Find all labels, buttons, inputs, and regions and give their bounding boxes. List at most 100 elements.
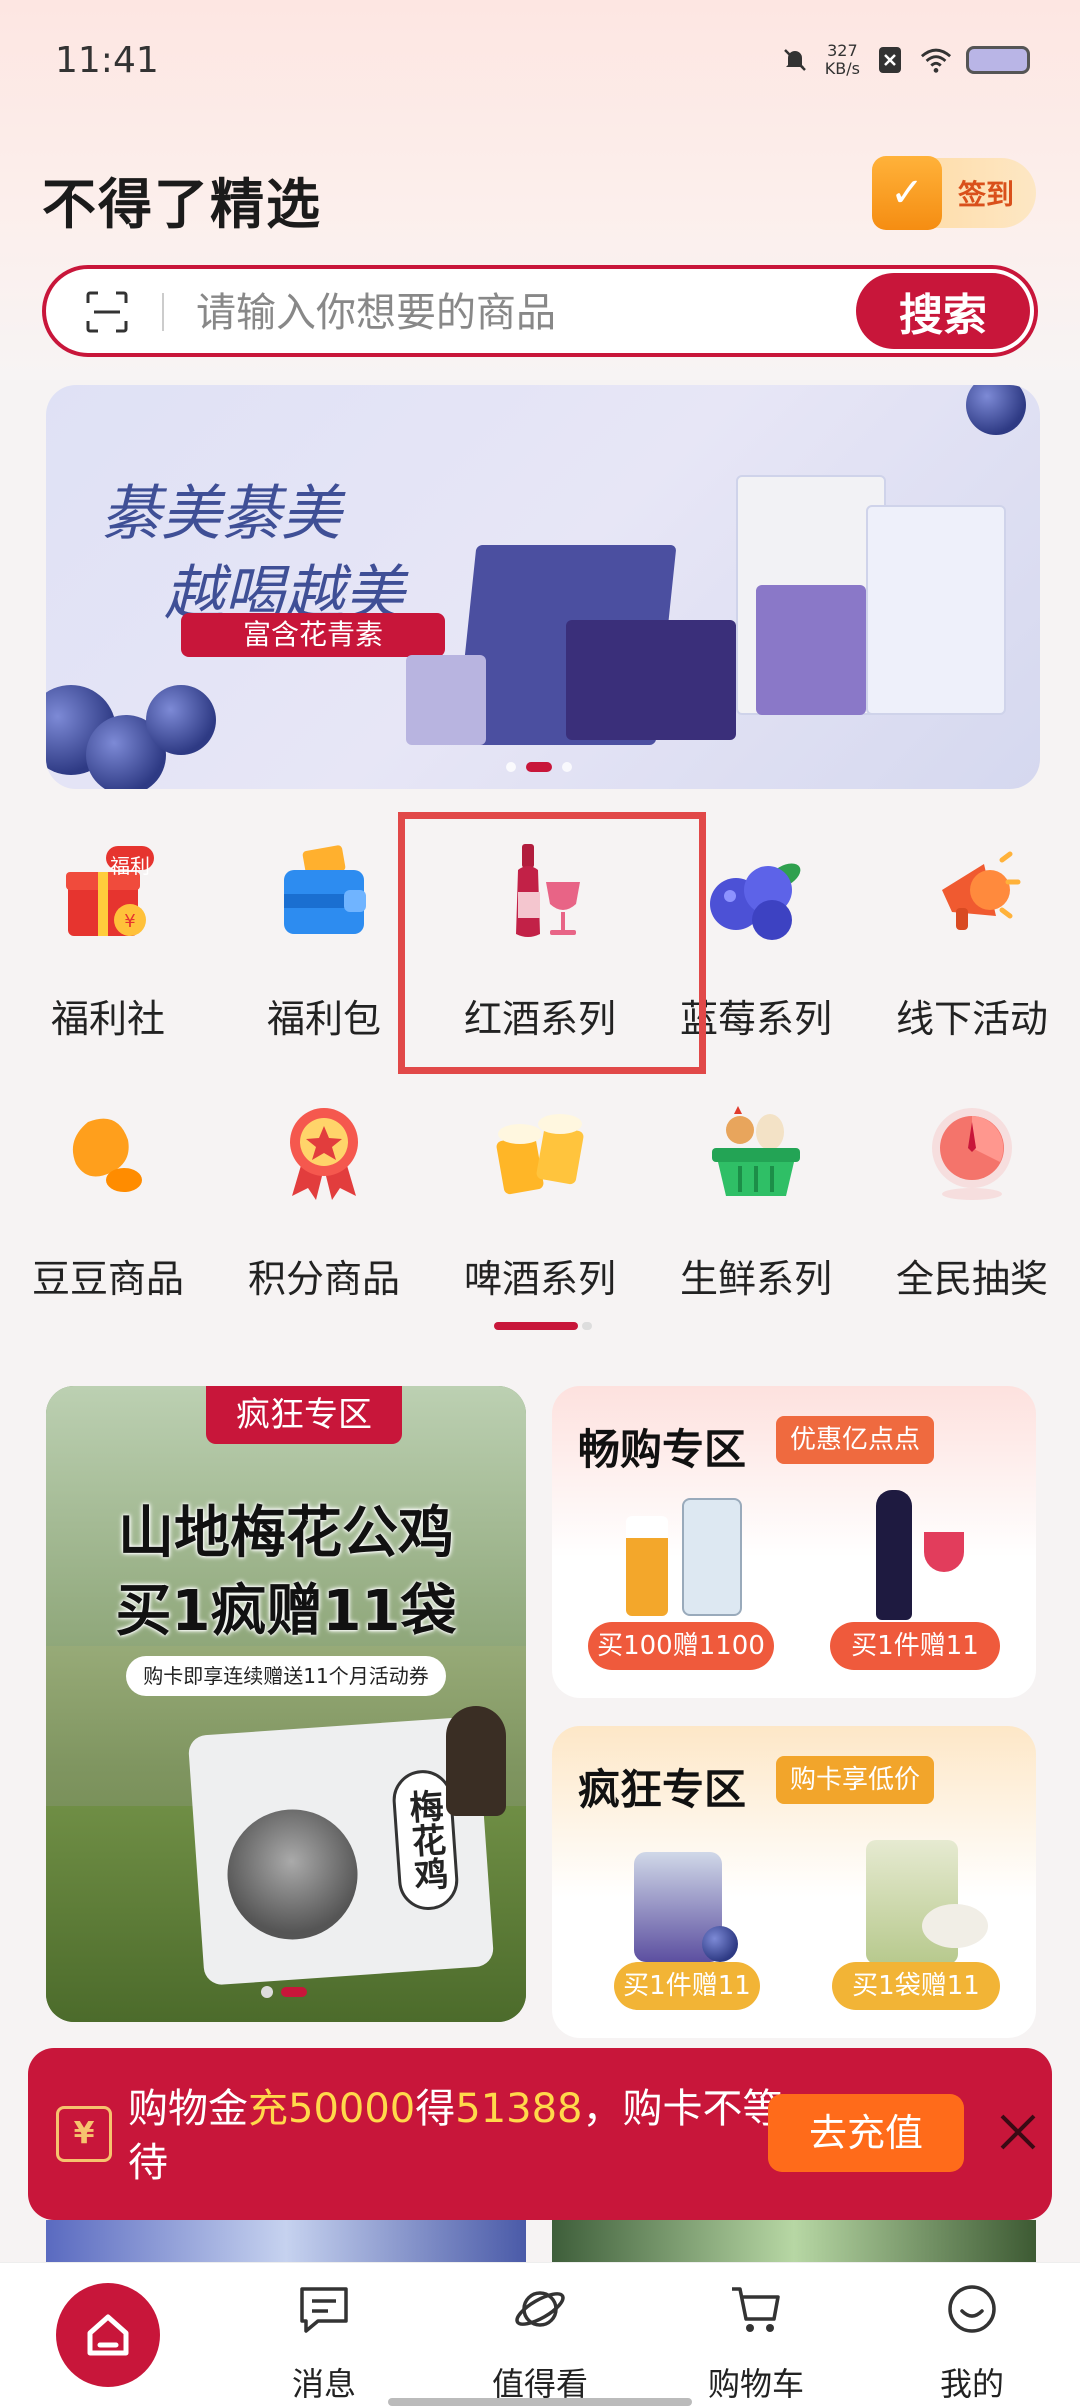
promo-left-tag: 疯狂专区 [206,1386,402,1444]
highlight-annotation [398,812,706,1074]
close-icon[interactable] [990,2104,1046,2160]
tab-messages[interactable]: 消息 [216,2263,432,2408]
home-icon [56,2283,160,2387]
signin-label: 签到 [957,178,1014,211]
calendar-check-icon: ✓ [872,156,942,230]
category-label: 积分商品 [247,1257,400,1301]
lottery-wheel-icon [932,1108,1012,1200]
recharge-message: 购物金充50000得51388，购卡不等待 [128,2082,788,2190]
wine-bottle-image [876,1490,912,1620]
category-label: 线下活动 [895,997,1048,1041]
offer-pill: 买1袋赠11 [832,1962,1000,2010]
promo-crazy-zone-lowprice[interactable]: 疯狂专区 购卡享低价 买1件赠11 买1袋赠11 [552,1726,1036,2038]
promo-left-headline-2: 买1疯赠11袋 [115,1579,457,1644]
tab-profile[interactable]: 我的 [864,2263,1080,2408]
category-label: 生鲜系列 [679,1257,832,1301]
rooster-image [223,1805,362,1944]
category-fulishe[interactable]: ¥ 福利 福利社 [0,830,216,1041]
category-label: 豆豆商品 [31,1257,184,1301]
scan-icon[interactable] [86,291,128,333]
promo-card-badge: 优惠亿点点 [776,1416,935,1464]
bean-icon [72,1118,142,1192]
recharge-text-c: 得 [415,2086,456,2132]
bottom-tab-bar: 消息 值得看 购物车 我的 [0,2262,1080,2408]
beer-can-image [682,1498,742,1616]
wine-glass-image [924,1532,964,1572]
product-box-image [566,620,736,740]
page-title: 不得了精选 [42,173,322,236]
tab-label: 我的 [939,2365,1004,2403]
hero-banner[interactable]: 綦美綦美 越喝越美 富含花青素 [46,385,1040,789]
net-speed: 327 KB/s [825,42,860,78]
pagination-dot [261,1986,273,1998]
offer-pill: 买1件赠11 [830,1622,1000,1670]
category-lottery[interactable]: 全民抽奖 [864,1090,1080,1301]
category-offline-events[interactable]: 线下活动 [864,830,1080,1041]
product-box-image [866,505,1006,715]
rice-bowl-image [922,1904,988,1948]
tab-worth-seeing[interactable]: 值得看 [432,2263,648,2408]
tab-home[interactable] [0,2263,216,2408]
banner-headline-1: 綦美綦美 [101,479,341,549]
search-divider [162,293,164,331]
category-page-indicator-track [582,1322,592,1330]
banner-dot [562,762,572,772]
promo-left-headline-1: 山地梅花公鸡 [118,1501,454,1566]
wifi-icon [920,44,952,76]
status-bar: 11:41 327 KB/s [0,0,1080,120]
bell-muted-icon [779,44,811,76]
wallet-icon [284,845,366,934]
net-speed-value: 327 [827,41,858,60]
beer-mugs-icon [496,1114,584,1195]
recharge-bonus: 51388 [455,2086,583,2132]
promo-smooth-buy-zone[interactable]: 畅购专区 优惠亿点点 买100赠1100 买1件赠11 [552,1386,1036,1698]
coupon-yen-icon: ¥ [56,2106,112,2162]
category-fresh[interactable]: 生鲜系列 [648,1090,864,1301]
category-beer[interactable]: 啤酒系列 [432,1090,648,1301]
blueberry-icon [710,863,801,940]
offer-pill: 买1件赠11 [614,1962,760,2010]
search-input[interactable] [196,283,716,343]
rooster-silhouette [446,1706,506,1816]
gesture-bar [388,2398,692,2406]
message-icon [300,2287,348,2333]
status-icons: 327 KB/s [779,42,1030,78]
search-button[interactable]: 搜索 [856,273,1030,349]
tab-cart[interactable]: 购物车 [648,2263,864,2408]
banner-pagination [506,762,572,772]
blueberry-decoration [966,385,1026,435]
promo-card-title: 疯狂专区 [578,1765,747,1814]
cart-icon [732,2287,780,2332]
smile-face-icon [948,2285,996,2333]
signin-button[interactable]: ✓ 签到 [872,156,1036,230]
medal-icon [290,1108,358,1200]
status-time: 11:41 [55,40,159,81]
svg-text:¥: ¥ [124,911,135,932]
product-bottles-image [406,655,486,745]
beer-glass-image [626,1516,668,1616]
recharge-button[interactable]: 去充值 [768,2094,964,2172]
blueberry-decoration [146,685,216,755]
fresh-basket-icon [712,1106,800,1196]
pagination-dot-active [281,1987,307,1997]
planet-icon [515,2291,565,2327]
recharge-banner: ¥ 购物金充50000得51388，购卡不等待 去充值 [28,2048,1052,2220]
recharge-text-a: 购物金 [128,2086,248,2132]
megaphone-icon [942,851,1021,930]
promo-card-title: 畅购专区 [578,1425,747,1474]
promo-left-subtitle: 购卡即享连续赠送11个月活动券 [126,1656,446,1696]
category-doudou[interactable]: 豆豆商品 [0,1090,216,1301]
promo-crazy-zone-chicken[interactable]: 疯狂专区 山地梅花公鸡 买1疯赠11袋 购卡即享连续赠送11个月活动券 梅花鸡 [46,1386,526,2022]
promo-left-pagination [261,1986,307,1998]
offer-pill: 买100赠1100 [588,1622,774,1670]
banner-dot [506,762,516,772]
sim-off-icon [874,44,906,76]
search-bar: 搜索 [42,265,1038,357]
banner-tag: 富含花青素 [181,613,445,657]
net-speed-unit: KB/s [824,59,860,78]
product-box-image [756,585,866,715]
category-badge: 福利 [110,854,150,878]
blueberry-decoration [702,1926,738,1962]
recharge-amount: 充50000 [248,2086,416,2132]
category-points[interactable]: 积分商品 [216,1090,432,1301]
